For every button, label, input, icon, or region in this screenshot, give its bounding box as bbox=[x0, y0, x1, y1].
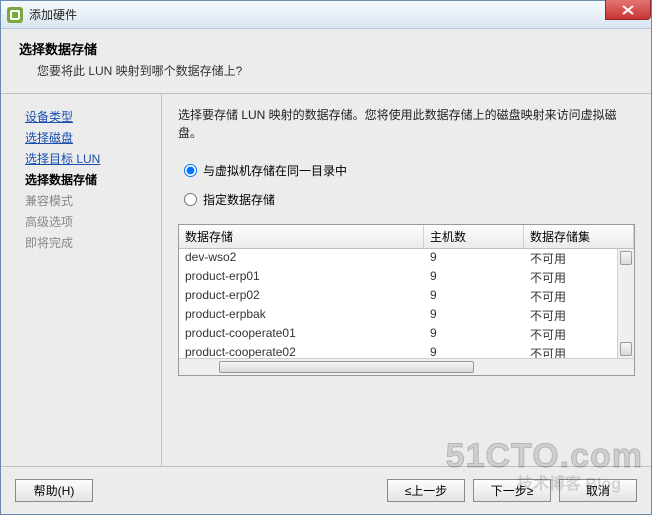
wizard-header: 选择数据存储 您要将此 LUN 映射到哪个数据存储上? bbox=[1, 29, 651, 94]
step-ready: 即将完成 bbox=[25, 234, 153, 252]
table-row[interactable]: product-erp019不可用 bbox=[179, 268, 634, 287]
cell-hosts: 9 bbox=[424, 269, 524, 286]
help-button[interactable]: 帮助(H) bbox=[15, 479, 93, 502]
cell-name: product-erpbak bbox=[179, 307, 424, 324]
table-row[interactable]: product-erpbak9不可用 bbox=[179, 306, 634, 325]
step-advanced: 高级选项 bbox=[25, 213, 153, 231]
radio-same-dir-label: 与虚拟机存储在同一目录中 bbox=[203, 162, 347, 179]
wizard-steps: 设备类型 选择磁盘 选择目标 LUN 选择数据存储 兼容模式 高级选项 即将完成 bbox=[1, 94, 161, 466]
cell-name: product-erp02 bbox=[179, 288, 424, 305]
table-row[interactable]: dev-wso29不可用 bbox=[179, 249, 634, 268]
radio-specify-input[interactable] bbox=[184, 193, 197, 206]
wizard-footer: 帮助(H) ≤上一步 下一步≥ 取消 bbox=[1, 466, 651, 514]
app-icon bbox=[7, 7, 23, 23]
col-hosts[interactable]: 主机数 bbox=[424, 225, 524, 248]
cell-hosts: 9 bbox=[424, 307, 524, 324]
cell-name: product-cooperate01 bbox=[179, 326, 424, 343]
cell-hosts: 9 bbox=[424, 326, 524, 343]
page-subtitle: 您要将此 LUN 映射到哪个数据存储上? bbox=[19, 62, 633, 79]
scroll-down-icon[interactable] bbox=[620, 342, 632, 356]
table-header: 数据存储 主机数 数据存储集 bbox=[179, 225, 634, 249]
cell-hosts: 9 bbox=[424, 250, 524, 267]
col-cluster[interactable]: 数据存储集 bbox=[524, 225, 634, 248]
vertical-scrollbar[interactable] bbox=[617, 249, 634, 358]
scroll-thumb-h[interactable] bbox=[219, 361, 474, 373]
datastore-table: 数据存储 主机数 数据存储集 dev-wso29不可用product-erp01… bbox=[178, 224, 635, 376]
cell-name: product-cooperate02 bbox=[179, 345, 424, 358]
col-datastore[interactable]: 数据存储 bbox=[179, 225, 424, 248]
titlebar: 添加硬件 bbox=[1, 1, 651, 29]
close-icon bbox=[622, 5, 634, 15]
horizontal-scrollbar[interactable] bbox=[179, 358, 634, 375]
cell-hosts: 9 bbox=[424, 345, 524, 358]
table-row[interactable]: product-cooperate019不可用 bbox=[179, 325, 634, 344]
radio-same-dir[interactable]: 与虚拟机存储在同一目录中 bbox=[184, 162, 635, 179]
step-select-datastore: 选择数据存储 bbox=[25, 171, 153, 189]
step-select-lun[interactable]: 选择目标 LUN bbox=[25, 150, 153, 168]
cell-name: dev-wso2 bbox=[179, 250, 424, 267]
step-device-type[interactable]: 设备类型 bbox=[25, 108, 153, 126]
cell-name: product-erp01 bbox=[179, 269, 424, 286]
table-row[interactable]: product-cooperate029不可用 bbox=[179, 344, 634, 358]
radio-same-dir-input[interactable] bbox=[184, 164, 197, 177]
cell-hosts: 9 bbox=[424, 288, 524, 305]
close-button[interactable] bbox=[605, 0, 651, 20]
back-button[interactable]: ≤上一步 bbox=[387, 479, 465, 502]
step-select-disk[interactable]: 选择磁盘 bbox=[25, 129, 153, 147]
window-controls bbox=[605, 0, 651, 20]
wizard-body: 设备类型 选择磁盘 选择目标 LUN 选择数据存储 兼容模式 高级选项 即将完成… bbox=[1, 94, 651, 466]
content-area: 选择数据存储 您要将此 LUN 映射到哪个数据存储上? 设备类型 选择磁盘 选择… bbox=[1, 29, 651, 514]
page-title: 选择数据存储 bbox=[19, 39, 633, 58]
table-row[interactable]: product-erp029不可用 bbox=[179, 287, 634, 306]
window-title: 添加硬件 bbox=[29, 6, 77, 23]
cancel-button[interactable]: 取消 bbox=[559, 479, 637, 502]
radio-specify-label: 指定数据存储 bbox=[203, 191, 275, 208]
next-button[interactable]: 下一步≥ bbox=[473, 479, 551, 502]
radio-specify[interactable]: 指定数据存储 bbox=[184, 191, 635, 208]
step-compat-mode: 兼容模式 bbox=[25, 192, 153, 210]
dialog-window: 添加硬件 选择数据存储 您要将此 LUN 映射到哪个数据存储上? 设备类型 选择… bbox=[0, 0, 652, 515]
main-panel: 选择要存储 LUN 映射的数据存储。您将使用此数据存储上的磁盘映射来访问虚拟磁盘… bbox=[161, 94, 651, 466]
description-text: 选择要存储 LUN 映射的数据存储。您将使用此数据存储上的磁盘映射来访问虚拟磁盘… bbox=[178, 106, 635, 142]
scroll-thumb-v[interactable] bbox=[620, 251, 632, 265]
table-body: dev-wso29不可用product-erp019不可用product-erp… bbox=[179, 249, 634, 358]
